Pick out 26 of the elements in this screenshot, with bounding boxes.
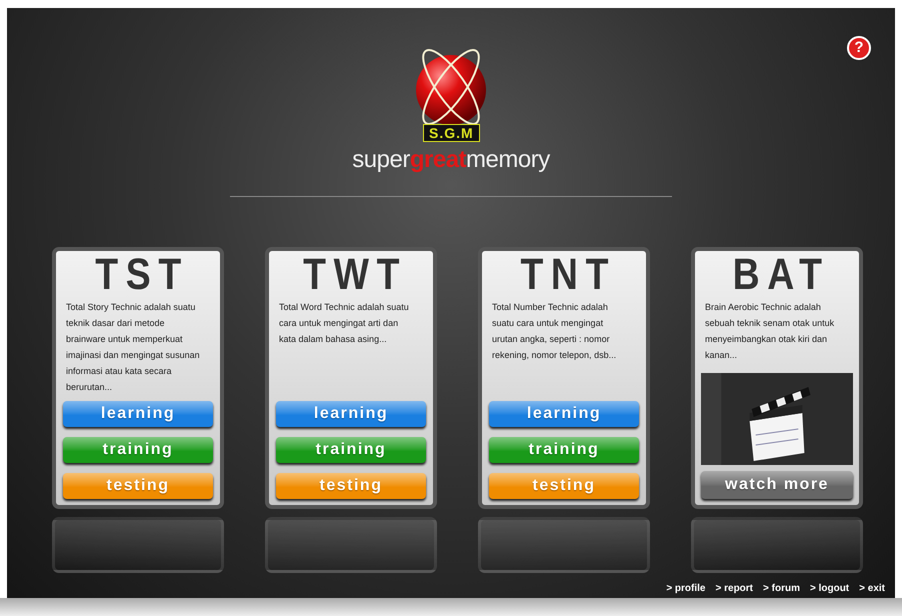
footer-link[interactable]: > report	[716, 583, 754, 594]
card-title: TST	[96, 251, 190, 299]
card-button[interactable]: testing	[489, 473, 639, 499]
card-description: Brain Aerobic Technic adalah sebuah teknik senam otak untuk menyeimbangkan otak kiri dan kanan...	[704, 301, 836, 362]
card-button[interactable]: testing	[276, 473, 426, 499]
footer-link[interactable]: > logout	[810, 583, 850, 594]
card-button[interactable]: testing	[63, 473, 213, 499]
card-button[interactable]: learning	[63, 401, 213, 427]
card-button[interactable]: training	[63, 437, 213, 463]
card-description: Total Word Technic adalah suatu cara untuk mengingat arti dan kata dalam bahasa asing...	[278, 301, 410, 346]
card-button[interactable]: training	[489, 437, 639, 463]
footer-link[interactable]: > profile	[666, 583, 706, 594]
card-title: TNT	[520, 251, 616, 299]
card-title: TWT	[304, 251, 408, 299]
logo-badge: S.G.M	[423, 124, 480, 142]
footer-link[interactable]: > forum	[763, 583, 800, 594]
help-button[interactable]: ?	[847, 36, 871, 60]
logo-wordmark: supergreatmemory	[352, 146, 550, 174]
card-title: BAT	[732, 251, 830, 299]
footer-link[interactable]: > exit	[859, 583, 885, 594]
card-description: Total Story Technic adalah suatu teknik dasar dari metode brainware untuk memperkuat imajinasi dan mengingat susunan informasi atau kata secara berurutan...	[65, 301, 201, 394]
card-button[interactable]: training	[276, 437, 426, 463]
card-button[interactable]: learning	[276, 401, 426, 427]
card-description: Total Number Technic adalah suatu cara untuk mengingat urutan angka, seperti : nomor rekening, nomor telepon, dsb...	[491, 301, 618, 362]
card-button[interactable]: learning	[489, 401, 639, 427]
card-button[interactable]: watch more	[701, 471, 853, 499]
